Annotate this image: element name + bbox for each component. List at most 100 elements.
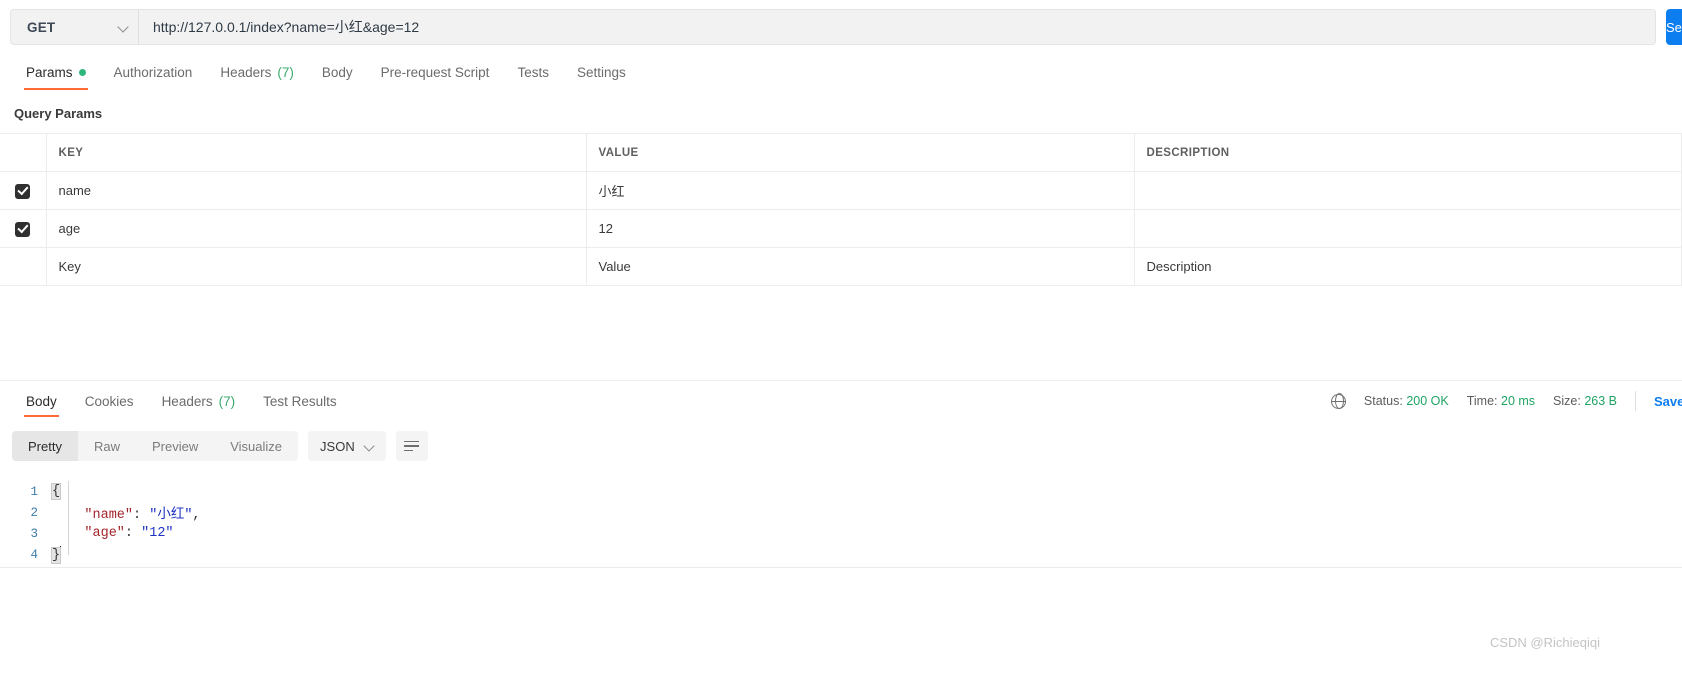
- modified-dot-icon: [78, 68, 86, 76]
- http-method-select[interactable]: GET: [10, 9, 138, 45]
- tab-label: Params: [26, 64, 73, 80]
- row-checkbox-cell-empty: [0, 247, 47, 286]
- watermark: CSDN @Richieqiqi: [1489, 635, 1600, 650]
- wrap-lines-button[interactable]: [395, 431, 428, 461]
- view-mode-visualize[interactable]: Visualize: [214, 431, 298, 461]
- chevron-down-icon: [119, 23, 128, 32]
- status-value: 200 OK: [1406, 394, 1449, 408]
- row-checkbox[interactable]: [15, 221, 31, 237]
- tab-label: Body: [321, 64, 353, 80]
- code-text: {: [50, 483, 62, 500]
- line-number: 2: [30, 505, 38, 520]
- view-mode-group: Pretty Raw Preview Visualize: [12, 431, 299, 461]
- row-checkbox-cell: [0, 171, 47, 210]
- code-line: 4}: [0, 544, 1682, 565]
- request-url-bar: GET Send: [0, 0, 1682, 54]
- code-token: :: [124, 526, 142, 541]
- tab-pre-request-script[interactable]: Pre-request Script: [367, 54, 504, 90]
- response-tabs: Body Cookies Headers (7) Test Results: [12, 381, 351, 421]
- code-text: }: [50, 546, 62, 564]
- select-all-cell: [0, 133, 47, 172]
- query-params-title: Query Params: [14, 106, 103, 121]
- code-line: 3 "age": "12": [0, 523, 1682, 544]
- code-text: "name": "小红",: [52, 502, 200, 523]
- code-token: {: [50, 483, 62, 500]
- table-row: name 小红: [0, 171, 1682, 210]
- table-row: age 12: [0, 209, 1682, 248]
- param-value-input[interactable]: Value: [586, 247, 1135, 286]
- param-description-input[interactable]: Description: [1134, 247, 1682, 286]
- response-tab-cookies[interactable]: Cookies: [71, 381, 148, 421]
- param-key-input[interactable]: Key: [46, 247, 587, 286]
- response-header: Body Cookies Headers (7) Test Results Status…: [0, 381, 1682, 421]
- tab-body[interactable]: Body: [308, 54, 367, 90]
- tab-settings[interactable]: Settings: [563, 54, 640, 90]
- table-row-placeholder: Key Value Description: [0, 247, 1682, 286]
- tab-label: Tests: [517, 64, 549, 80]
- tab-label: Headers: [220, 64, 272, 80]
- tab-label: Body: [26, 393, 57, 409]
- tab-label: Cookies: [84, 393, 134, 409]
- chevron-down-icon: [365, 442, 374, 451]
- tab-params[interactable]: Params: [12, 54, 100, 90]
- tab-tests[interactable]: Tests: [503, 54, 563, 90]
- view-mode-preview[interactable]: Preview: [136, 431, 214, 461]
- param-key-cell[interactable]: age: [46, 209, 587, 248]
- request-tabs: Params Authorization Headers (7) Body Pre-req…: [0, 54, 1682, 90]
- wrap-lines-icon: [404, 440, 420, 452]
- http-method-label: GET: [27, 19, 56, 35]
- size-badge: Size: 263 B: [1553, 394, 1617, 408]
- line-number: 3: [30, 526, 38, 541]
- tab-label: Authorization: [113, 64, 193, 80]
- format-label: JSON: [320, 438, 355, 454]
- column-header-description: DESCRIPTION: [1134, 133, 1682, 172]
- tab-headers[interactable]: Headers (7): [206, 54, 308, 90]
- param-key-cell[interactable]: name: [46, 171, 587, 210]
- code-token: "小红": [149, 508, 193, 523]
- code-token: "age": [84, 526, 125, 541]
- row-checkbox[interactable]: [15, 183, 31, 199]
- status-badge: Status: 200 OK: [1363, 394, 1449, 408]
- save-response-button[interactable]: Save: [1654, 394, 1682, 409]
- param-description-cell[interactable]: [1134, 209, 1682, 248]
- tab-label: Pre-request Script: [380, 64, 490, 80]
- response-tab-body[interactable]: Body: [12, 381, 71, 421]
- code-line: 1{: [0, 481, 1682, 502]
- time-badge: Time: 20 ms: [1466, 394, 1536, 408]
- text-caret: [60, 546, 62, 560]
- column-header-key: KEY: [46, 133, 587, 172]
- format-select[interactable]: JSON: [308, 431, 386, 461]
- send-button[interactable]: Send: [1666, 9, 1682, 45]
- tab-count-badge: (7): [277, 64, 294, 80]
- code-token: }: [50, 547, 62, 564]
- view-mode-pretty[interactable]: Pretty: [12, 431, 78, 461]
- globe-icon[interactable]: [1330, 393, 1347, 409]
- param-value-cell[interactable]: 小红: [586, 171, 1135, 210]
- row-checkbox-cell: [0, 209, 47, 248]
- meta-divider: [1635, 391, 1636, 411]
- line-number: 4: [30, 547, 38, 562]
- param-description-cell[interactable]: [1134, 171, 1682, 210]
- response-tab-headers[interactable]: Headers (7): [148, 381, 250, 421]
- code-underline: [0, 567, 1682, 568]
- line-number: 1: [30, 484, 38, 499]
- query-params-table: KEY VALUE DESCRIPTION name 小红 age 12 Key Valu…: [0, 133, 1682, 286]
- response-tab-test-results[interactable]: Test Results: [249, 381, 351, 421]
- response-body-code[interactable]: 1{2 "name": "小红", 3 "age": "12" 4}: [0, 471, 1682, 565]
- column-header-value: VALUE: [586, 133, 1135, 172]
- param-value-cell[interactable]: 12: [586, 209, 1135, 248]
- tab-label: Headers: [161, 393, 213, 409]
- code-token: "12": [141, 526, 174, 541]
- tab-label: Settings: [576, 64, 626, 80]
- code-text: "age": "12": [52, 526, 174, 541]
- tab-label: Test Results: [263, 393, 337, 409]
- code-token: :: [133, 508, 150, 523]
- tab-authorization[interactable]: Authorization: [100, 54, 207, 90]
- url-input[interactable]: [138, 9, 1656, 45]
- table-header-row: KEY VALUE DESCRIPTION: [0, 133, 1682, 172]
- size-value: 263 B: [1584, 394, 1617, 408]
- time-value: 20 ms: [1501, 394, 1536, 408]
- view-mode-raw[interactable]: Raw: [78, 431, 136, 461]
